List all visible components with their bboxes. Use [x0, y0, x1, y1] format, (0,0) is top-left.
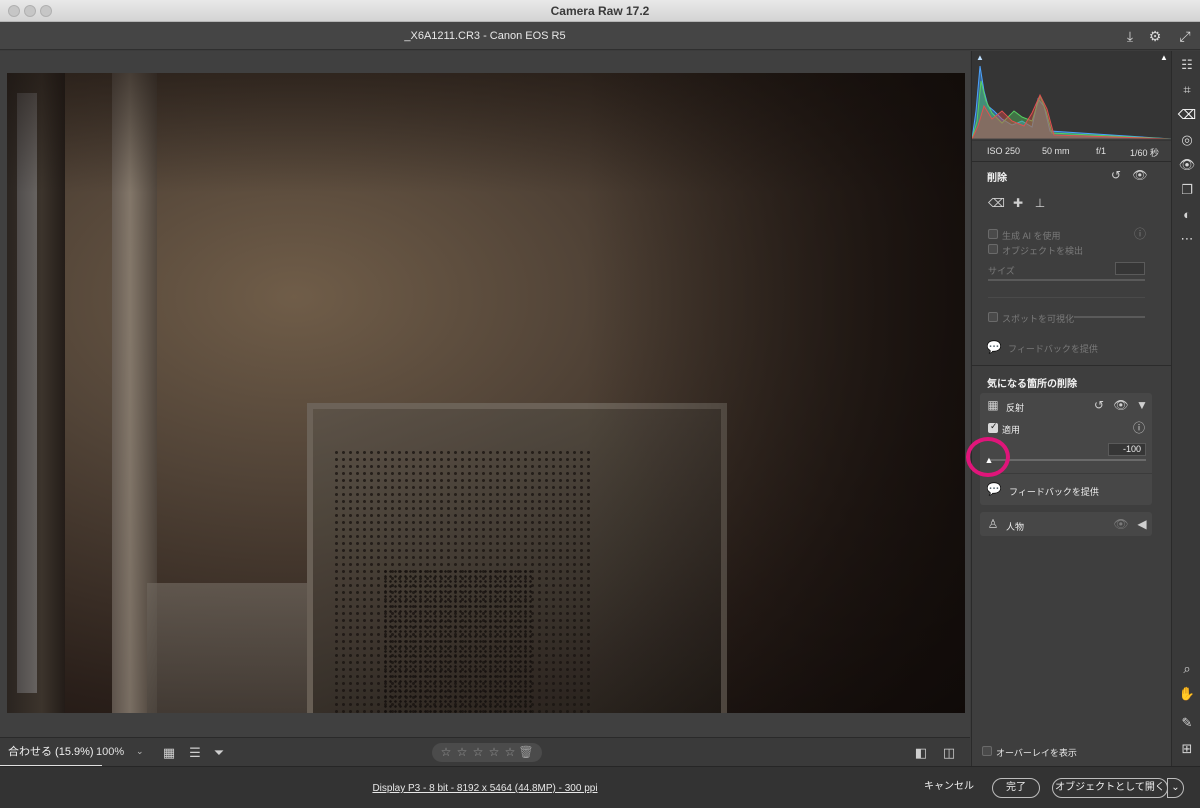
reflections-label: 反射: [1006, 403, 1025, 413]
red-eye-icon[interactable]: 👁: [1177, 155, 1197, 175]
photo-region: [383, 569, 533, 713]
photo-region: [147, 583, 307, 713]
grid-icon[interactable]: ⊞: [1177, 739, 1197, 759]
distraction-removal-title: 気になる箇所の削除: [987, 379, 1077, 390]
eraser-icon[interactable]: ⌫: [988, 195, 1005, 211]
people-label: 人物: [1006, 522, 1025, 532]
feedback-link[interactable]: フィードバックを提供: [1009, 485, 1099, 498]
star-icon[interactable]: ☆: [438, 743, 454, 762]
file-name: _X6A1211.CR3 - Canon EOS R5: [404, 30, 566, 42]
size-label: サイズ: [988, 266, 1015, 276]
star-icon[interactable]: ☆: [454, 743, 470, 762]
show-overlay-checkbox[interactable]: [982, 746, 992, 756]
eye-icon[interactable]: 👁: [1113, 397, 1129, 413]
photo-preview[interactable]: [7, 73, 965, 713]
info-icon[interactable]: ⓘ: [1132, 226, 1148, 242]
more-icon[interactable]: ⋯: [1177, 229, 1197, 249]
divider: [980, 473, 1152, 474]
exif-info: ISO 250 50 mm f/1 1/60 秒: [972, 143, 1172, 159]
exif-focal-length: 50 mm: [1042, 146, 1070, 156]
show-overlay-label: オーバーレイを表示: [996, 748, 1077, 758]
chevron-down-icon[interactable]: ⌄: [136, 746, 144, 757]
open-object-button[interactable]: オブジェクトとして開く: [1052, 778, 1168, 798]
use-generative-ai-label: 生成 AI を使用: [1002, 231, 1061, 241]
save-image-icon[interactable]: ⤓: [1121, 27, 1139, 45]
size-value-input[interactable]: [1115, 262, 1145, 275]
people-card: ♙ 人物 👁 ◀: [980, 512, 1152, 536]
visualize-spots-slider[interactable]: [1074, 316, 1145, 318]
person-icon: ♙: [987, 517, 999, 531]
exif-shutter: 1/60 秒: [1130, 148, 1160, 158]
remove-eraser-icon[interactable]: ⌫: [1177, 105, 1197, 125]
tool-strip: ☷ ⌗ ⌫ ◎ 👁 ❐ ◐ ⋯ ⌕ ✋ ✎ ⊞: [1171, 51, 1200, 766]
sort-icon[interactable]: ☰: [186, 744, 204, 762]
done-button[interactable]: 完了: [992, 778, 1040, 798]
star-icon[interactable]: ☆: [502, 743, 518, 762]
gear-icon[interactable]: ⚙: [1146, 27, 1164, 45]
edit-sliders-icon[interactable]: ☷: [1177, 55, 1197, 75]
cancel-button[interactable]: キャンセル: [918, 778, 980, 798]
feedback-link[interactable]: フィードバックを提供: [1008, 342, 1098, 355]
remove-section-title: 削除: [987, 173, 1007, 184]
filmstrip-icon[interactable]: ▦: [160, 744, 178, 762]
expand-triangle-icon[interactable]: ◀: [1134, 516, 1150, 532]
star-icon[interactable]: ☆: [470, 743, 486, 762]
footer-bar: Display P3 - 8 bit - 8192 x 5464 (44.8MP…: [0, 766, 1200, 808]
hand-icon[interactable]: ✋: [1177, 684, 1197, 704]
workflow-options-link[interactable]: Display P3 - 8 bit - 8192 x 5464 (44.8MP…: [0, 783, 970, 794]
snapshots-icon[interactable]: ❐: [1177, 180, 1197, 200]
reset-icon[interactable]: ↺: [1108, 167, 1124, 183]
photo-region: [585, 73, 965, 713]
title-bar: Camera Raw 17.2: [0, 0, 1200, 22]
divider: [972, 161, 1172, 162]
zoom-fit-button[interactable]: 合わせる (15.9%): [0, 738, 102, 767]
trash-icon[interactable]: 🗑: [518, 743, 534, 762]
app-title: Camera Raw 17.2: [550, 4, 650, 18]
masking-icon[interactable]: ◎: [1177, 130, 1197, 150]
visualize-spots-label: スポットを可視化: [1002, 314, 1075, 324]
color-sampler-icon[interactable]: ✎: [1177, 713, 1197, 733]
fullscreen-icon[interactable]: ⤢: [1176, 27, 1194, 45]
right-panel: ▲ ▲ ISO 250 50 mm f/1 1/60 秒 削除 ↺ 👁 ⌫ ✚ …: [966, 51, 1172, 766]
size-slider[interactable]: [988, 279, 1145, 281]
apply-label: 適用: [1002, 425, 1021, 435]
toggle-sequence-icon[interactable]: ◧: [912, 744, 930, 762]
divider: [988, 297, 1145, 298]
clone-stamp-icon[interactable]: ⊥: [1032, 195, 1048, 211]
histogram-graph: [972, 65, 1172, 140]
feedback-icon[interactable]: 💬: [986, 339, 1002, 355]
zoom-icon[interactable]: ⌕: [1177, 659, 1197, 679]
histogram: ▲ ▲: [972, 51, 1172, 141]
reflections-amount-input[interactable]: -100: [1108, 443, 1146, 456]
detect-objects-label: オブジェクトを検出: [1002, 246, 1084, 256]
exif-aperture: f/1: [1096, 146, 1107, 156]
zoom-100-button[interactable]: 100%: [96, 738, 124, 767]
file-header: _X6A1211.CR3 - Canon EOS R5 ⤓ ⚙ ⤢: [0, 22, 1200, 50]
use-generative-ai-checkbox[interactable]: [988, 229, 998, 239]
apply-checkbox[interactable]: [988, 421, 998, 433]
eye-icon[interactable]: 👁: [1132, 167, 1148, 183]
image-canvas[interactable]: [0, 51, 970, 737]
highlight-ring: [966, 437, 1010, 477]
visualize-spots-checkbox[interactable]: [988, 312, 998, 322]
eye-icon[interactable]: 👁: [1113, 516, 1129, 532]
presets-icon[interactable]: ◐: [1177, 205, 1197, 225]
info-icon[interactable]: ⓘ: [1131, 420, 1147, 436]
filter-icon[interactable]: ⏷: [210, 744, 228, 762]
before-after-icon[interactable]: ◫: [940, 744, 958, 762]
collapse-triangle-icon[interactable]: ▼: [1134, 397, 1150, 413]
feedback-icon[interactable]: 💬: [986, 481, 1002, 497]
open-options-dropdown[interactable]: ⌄: [1167, 778, 1184, 798]
reflections-amount-slider[interactable]: [988, 459, 1146, 461]
detect-objects-checkbox[interactable]: [988, 244, 998, 254]
healing-icon[interactable]: ✚: [1010, 195, 1026, 211]
reset-icon[interactable]: ↺: [1091, 397, 1107, 413]
rating-stars: ☆ ☆ ☆ ☆ ☆ 🗑: [432, 743, 542, 762]
crop-icon[interactable]: ⌗: [1177, 80, 1197, 100]
exif-iso: ISO 250: [987, 146, 1021, 156]
divider: [972, 365, 1172, 366]
reflection-icon: ▦: [987, 398, 999, 412]
star-icon[interactable]: ☆: [486, 743, 502, 762]
canvas-toolbar: 合わせる (15.9%) 100% ⌄ ▦ ☰ ⏷ ☆ ☆ ☆ ☆ ☆ 🗑 ◧ ◫: [0, 737, 970, 767]
